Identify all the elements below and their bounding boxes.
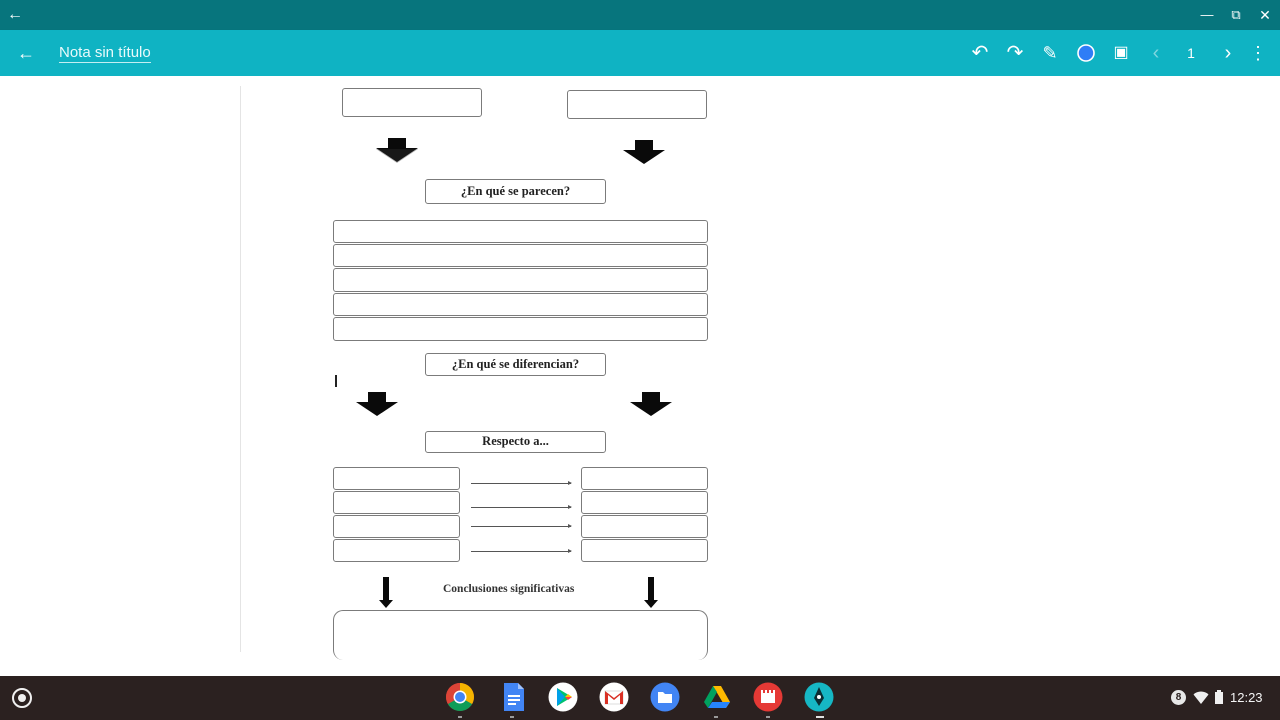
down-arrow-icon — [623, 140, 665, 164]
respect-to-label: Respecto a... — [425, 431, 606, 453]
prev-page-icon[interactable]: ‹ — [1142, 30, 1170, 76]
right-compare-box — [581, 491, 708, 514]
down-arrow-icon — [644, 577, 658, 608]
page-edge — [240, 86, 241, 652]
conclusions-box — [333, 610, 708, 660]
minimize-icon[interactable]: — — [1196, 0, 1218, 30]
close-icon[interactable]: ✕ — [1254, 0, 1276, 30]
notification-count-badge[interactable]: 8 — [1171, 690, 1186, 705]
left-compare-box — [333, 539, 460, 562]
battery-icon[interactable] — [1214, 690, 1224, 705]
window-titlebar: ← — ⧉ ✕ — [0, 0, 1280, 30]
image-icon[interactable]: ▣ — [1107, 30, 1135, 76]
similarity-row — [333, 220, 708, 243]
more-options-icon[interactable]: ⋮ — [1244, 30, 1272, 76]
left-compare-box — [333, 515, 460, 538]
down-arrow-icon — [379, 577, 393, 608]
gmail-icon[interactable] — [599, 682, 629, 712]
running-indicator — [510, 716, 514, 718]
color-picker-button[interactable] — [1072, 30, 1100, 76]
conclusions-label: Conclusiones significativas — [443, 583, 575, 595]
clock[interactable]: 12:23 — [1230, 686, 1263, 710]
app-toolbar: ← Nota sin título ↶ ↷ ✎ ▣ ‹ 1 › ⋮ — [0, 30, 1280, 76]
pen-app-icon[interactable] — [804, 682, 834, 712]
right-compare-box — [581, 467, 708, 490]
text-cursor — [335, 375, 337, 387]
wifi-icon[interactable] — [1193, 691, 1209, 705]
back-arrow-icon[interactable]: ← — [12, 30, 40, 76]
differences-question: ¿En qué se diferencian? — [425, 353, 606, 376]
drive-icon[interactable] — [702, 682, 732, 712]
similarity-row — [333, 244, 708, 267]
right-compare-box — [581, 539, 708, 562]
concept-box-left — [342, 88, 482, 117]
system-shelf — [0, 676, 1280, 720]
similarity-row — [333, 268, 708, 292]
running-indicator — [458, 716, 462, 718]
down-arrow-icon — [630, 392, 672, 416]
left-compare-box — [333, 467, 460, 490]
right-compare-box — [581, 515, 708, 538]
connector-arrow — [471, 505, 572, 509]
window-back-icon[interactable]: ← — [4, 0, 26, 30]
redo-icon[interactable]: ↷ — [1001, 30, 1029, 76]
note-canvas[interactable] — [0, 76, 1280, 676]
note-title[interactable]: Nota sin título — [59, 44, 151, 63]
connector-arrow — [471, 524, 572, 528]
connector-arrow — [471, 549, 572, 553]
docs-icon[interactable] — [499, 682, 529, 712]
play-store-icon[interactable] — [548, 682, 578, 712]
running-indicator — [766, 716, 770, 718]
restore-icon[interactable]: ⧉ — [1225, 0, 1247, 30]
undo-icon[interactable]: ↶ — [966, 30, 994, 76]
left-compare-box — [333, 491, 460, 514]
pen-icon[interactable]: ✎ — [1036, 30, 1064, 76]
running-indicator — [714, 716, 718, 718]
concept-box-right — [567, 90, 707, 119]
connector-arrow — [471, 481, 572, 485]
next-add-page-icon[interactable]: › — [1214, 30, 1242, 76]
video-player-icon[interactable] — [753, 682, 783, 712]
down-arrow-icon — [376, 138, 418, 163]
similarities-question: ¿En qué se parecen? — [425, 179, 606, 204]
active-indicator — [816, 716, 824, 718]
chrome-icon[interactable] — [445, 682, 475, 712]
page-number: 1 — [1187, 45, 1195, 61]
files-icon[interactable] — [650, 682, 680, 712]
color-swatch-icon — [1077, 44, 1095, 62]
down-arrow-icon — [356, 392, 398, 416]
launcher-button[interactable] — [12, 688, 32, 708]
similarity-row — [333, 317, 708, 341]
similarity-row — [333, 293, 708, 316]
